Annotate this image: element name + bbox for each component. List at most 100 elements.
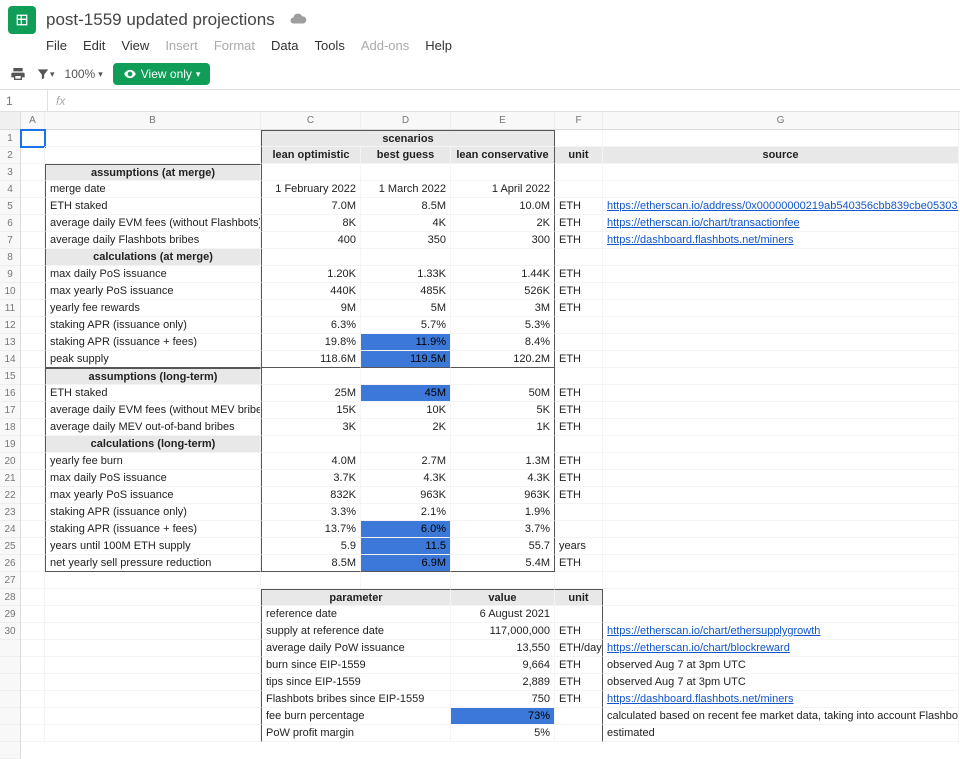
cell[interactable]: 11.5 (361, 538, 451, 555)
cell[interactable]: 963K (361, 487, 451, 504)
row-header[interactable]: 13 (0, 334, 20, 351)
cell[interactable]: tips since EIP-1559 (261, 674, 451, 691)
cell[interactable]: 1.9% (451, 504, 555, 521)
cell[interactable]: 6 August 2021 (451, 606, 555, 623)
cell[interactable]: ETH staked (45, 198, 261, 215)
cell[interactable]: 10K (361, 402, 451, 419)
row-header[interactable]: 25 (0, 538, 20, 555)
row-header[interactable]: 12 (0, 317, 20, 334)
cell[interactable]: 440K (261, 283, 361, 300)
cell[interactable]: PoW profit margin (261, 725, 451, 742)
cell[interactable]: 4.3K (451, 470, 555, 487)
zoom-select[interactable]: 100% ▾ (65, 67, 103, 81)
row-header[interactable]: 15 (0, 368, 20, 385)
cell[interactable]: 6.0% (361, 521, 451, 538)
cell[interactable]: 120.2M (451, 351, 555, 368)
row-header[interactable]: 28 (0, 589, 20, 606)
cell[interactable]: 400 (261, 232, 361, 249)
cell[interactable]: 117,000,000 (451, 623, 555, 640)
cell[interactable]: staking APR (issuance only) (45, 504, 261, 521)
row-header[interactable]: 5 (0, 198, 20, 215)
cell[interactable]: 8.4% (451, 334, 555, 351)
cell[interactable]: ETH (555, 555, 603, 572)
cell[interactable]: 55.7 (451, 538, 555, 555)
cell[interactable]: 6.3% (261, 317, 361, 334)
cell-link[interactable]: https://etherscan.io/chart/blockreward (603, 640, 959, 657)
cell[interactable]: 750 (451, 691, 555, 708)
cell[interactable]: 19.8% (261, 334, 361, 351)
cell[interactable]: 7.0M (261, 198, 361, 215)
row-header[interactable]: 19 (0, 436, 20, 453)
cell[interactable]: calculated based on recent fee market da… (603, 708, 959, 725)
cell[interactable]: 13.7% (261, 521, 361, 538)
cell[interactable]: 15K (261, 402, 361, 419)
cell[interactable]: unit (555, 147, 603, 164)
row-header[interactable] (0, 725, 20, 742)
cell[interactable]: burn since EIP-1559 (261, 657, 451, 674)
cell[interactable]: 5.7% (361, 317, 451, 334)
row-header[interactable]: 29 (0, 606, 20, 623)
cell[interactable]: ETH (555, 453, 603, 470)
cell[interactable]: value (451, 589, 555, 606)
cell[interactable]: yearly fee rewards (45, 300, 261, 317)
cell-link[interactable]: https://etherscan.io/chart/ethersupplygr… (603, 623, 959, 640)
cell[interactable]: ETH (555, 215, 603, 232)
col-header[interactable]: C (261, 112, 361, 129)
menu-help[interactable]: Help (425, 38, 452, 53)
cell[interactable]: ETH (555, 487, 603, 504)
cell[interactable]: 9,664 (451, 657, 555, 674)
cell[interactable]: 3.7% (451, 521, 555, 538)
cell[interactable]: 25M (261, 385, 361, 402)
cell[interactable]: 2K (451, 215, 555, 232)
cell[interactable]: ETH (555, 283, 603, 300)
cell[interactable]: ETH (555, 385, 603, 402)
cell[interactable]: ETH (555, 266, 603, 283)
cell[interactable]: max daily PoS issuance (45, 470, 261, 487)
cell[interactable]: 485K (361, 283, 451, 300)
cell[interactable]: 1.20K (261, 266, 361, 283)
cell[interactable]: 45M (361, 385, 451, 402)
cell[interactable]: lean optimistic (261, 147, 361, 164)
row-header[interactable]: 17 (0, 402, 20, 419)
cell[interactable]: 3K (261, 419, 361, 436)
cell[interactable]: 1.33K (361, 266, 451, 283)
cell[interactable]: ETH staked (45, 385, 261, 402)
cell[interactable]: calculations (at merge) (45, 249, 261, 266)
cells[interactable]: scenarios lean optimistic best guess lea… (21, 130, 960, 742)
row-header[interactable]: 1 (0, 130, 20, 147)
cell[interactable]: max yearly PoS issuance (45, 487, 261, 504)
row-header[interactable] (0, 640, 20, 657)
cell[interactable]: years (555, 538, 603, 555)
menu-view[interactable]: View (121, 38, 149, 53)
cell[interactable]: ETH (555, 623, 603, 640)
cell[interactable]: ETH (555, 402, 603, 419)
row-header[interactable]: 26 (0, 555, 20, 572)
row-header[interactable] (0, 691, 20, 708)
cell[interactable]: observed Aug 7 at 3pm UTC (603, 674, 959, 691)
cell[interactable]: 6.9M (361, 555, 451, 572)
row-header[interactable]: 21 (0, 470, 20, 487)
cell[interactable]: 1.44K (451, 266, 555, 283)
cell[interactable]: 2K (361, 419, 451, 436)
print-icon[interactable] (10, 66, 26, 82)
cell[interactable]: max yearly PoS issuance (45, 283, 261, 300)
row-header[interactable]: 30 (0, 623, 20, 640)
row-header[interactable]: 4 (0, 181, 20, 198)
cell[interactable]: 832K (261, 487, 361, 504)
row-header[interactable] (0, 708, 20, 725)
cell[interactable]: staking APR (issuance + fees) (45, 521, 261, 538)
cell-link[interactable]: https://etherscan.io/chart/transactionfe… (603, 215, 959, 232)
cell[interactable]: staking APR (issuance + fees) (45, 334, 261, 351)
cell[interactable]: 3.3% (261, 504, 361, 521)
row-header[interactable]: 20 (0, 453, 20, 470)
cell[interactable]: 119.5M (361, 351, 451, 368)
cell[interactable]: supply at reference date (261, 623, 451, 640)
cell[interactable]: 9M (261, 300, 361, 317)
col-header[interactable]: E (451, 112, 555, 129)
row-header[interactable]: 23 (0, 504, 20, 521)
cell[interactable]: 3M (451, 300, 555, 317)
col-header[interactable]: D (361, 112, 451, 129)
cell[interactable]: scenarios (261, 130, 555, 147)
row-header[interactable]: 8 (0, 249, 20, 266)
cell[interactable]: assumptions (at merge) (45, 164, 261, 181)
